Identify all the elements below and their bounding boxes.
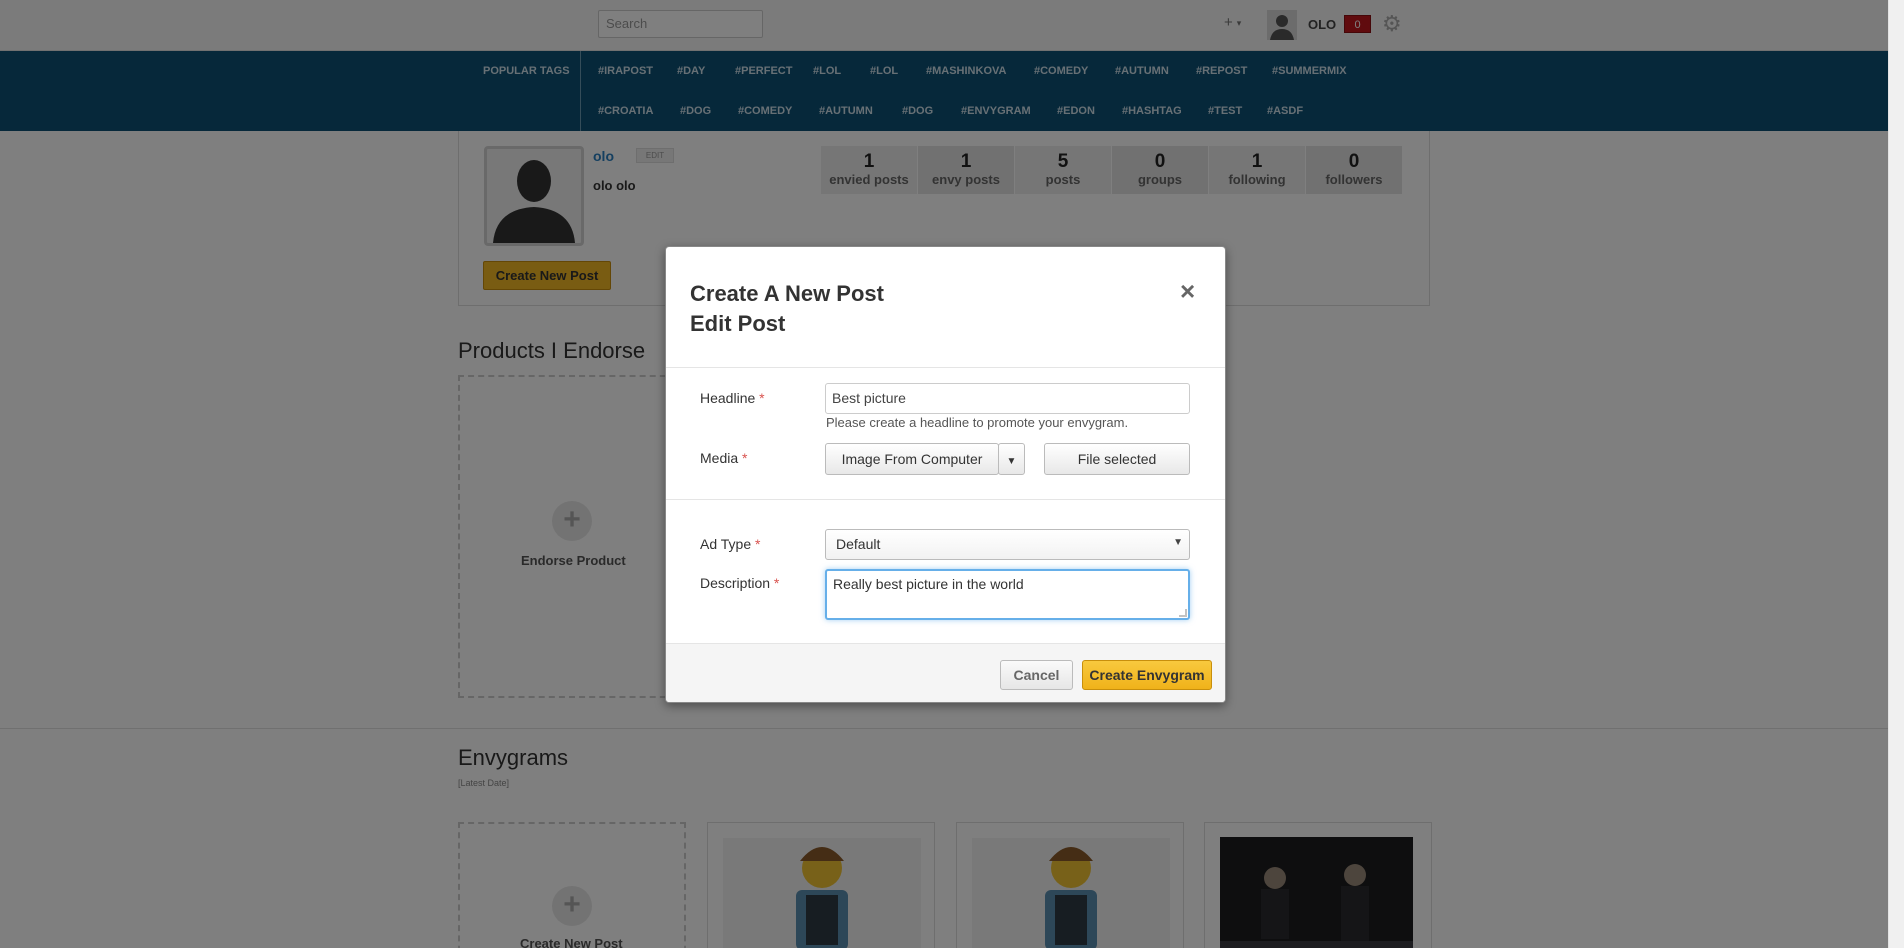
divider [666, 499, 1225, 500]
resize-handle-icon[interactable] [1179, 609, 1187, 617]
media-label-text: Media [700, 450, 739, 466]
caret-down-icon: ▼ [1006, 456, 1017, 467]
dialog-title-line1: Create A New Post [690, 281, 884, 306]
required-marker: * [773, 575, 780, 591]
file-selected-button[interactable]: File selected [1044, 443, 1190, 475]
headline-label-text: Headline [700, 390, 756, 406]
create-post-dialog: Create A New Post Edit Post × Headline *… [665, 246, 1226, 703]
close-icon[interactable]: × [1180, 278, 1195, 304]
ad-type-label: Ad Type * [700, 536, 760, 552]
ad-type-label-text: Ad Type [700, 536, 752, 552]
media-source-button[interactable]: Image From Computer [825, 443, 999, 475]
required-marker: * [759, 390, 765, 406]
dialog-title: Create A New Post Edit Post [690, 279, 884, 339]
page-scrollbar[interactable] [1888, 0, 1904, 948]
headline-help-text: Please create a headline to promote your… [826, 415, 1129, 430]
dialog-title-line2: Edit Post [690, 311, 786, 336]
media-source-dropdown[interactable]: ▼ [998, 443, 1025, 475]
headline-label: Headline * [700, 390, 765, 406]
ad-type-select[interactable]: Default ▼ [825, 529, 1190, 560]
chevron-down-icon: ▼ [1173, 537, 1183, 548]
ad-type-value: Default [836, 536, 881, 552]
dialog-header: Create A New Post Edit Post × [666, 247, 1225, 368]
required-marker: * [742, 450, 748, 466]
description-text: Really best picture in the world [833, 576, 1024, 592]
create-envygram-button[interactable]: Create Envygram [1082, 660, 1212, 690]
media-label: Media * [700, 450, 747, 466]
description-label-text: Description [700, 575, 771, 591]
headline-input[interactable]: Best picture [825, 383, 1190, 414]
description-textarea[interactable]: Really best picture in the world [825, 569, 1190, 620]
cancel-button[interactable]: Cancel [1000, 660, 1073, 690]
required-marker: * [755, 536, 761, 552]
description-label: Description * [700, 575, 779, 591]
